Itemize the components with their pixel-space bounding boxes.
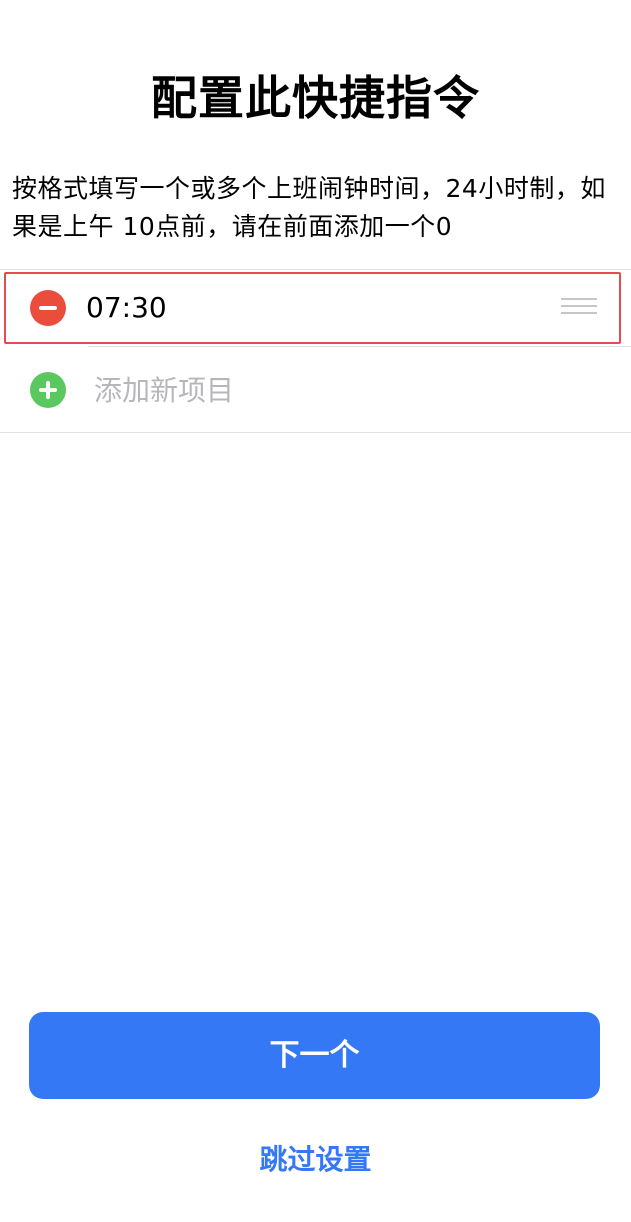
shortcut-config-screen: 配置此快捷指令 按格式填写一个或多个上班闹钟时间，24小时制，如果是上午 10点…: [0, 0, 631, 1222]
skip-setup-link[interactable]: 跳过设置: [0, 1138, 631, 1182]
list-item-divider: [88, 346, 631, 347]
page-title: 配置此快捷指令: [151, 71, 480, 125]
add-item-row[interactable]: 添加新项目: [0, 352, 631, 432]
add-item-placeholder[interactable]: 添加新项目: [94, 372, 234, 410]
highlight-box: [4, 272, 621, 344]
next-button[interactable]: 下一个: [29, 1012, 600, 1099]
instruction-text: 按格式填写一个或多个上班闹钟时间，24小时制，如果是上午 10点前，请在前面添加…: [12, 174, 606, 241]
list-divider-bottom: [0, 432, 631, 433]
add-item-icon[interactable]: [30, 372, 66, 408]
